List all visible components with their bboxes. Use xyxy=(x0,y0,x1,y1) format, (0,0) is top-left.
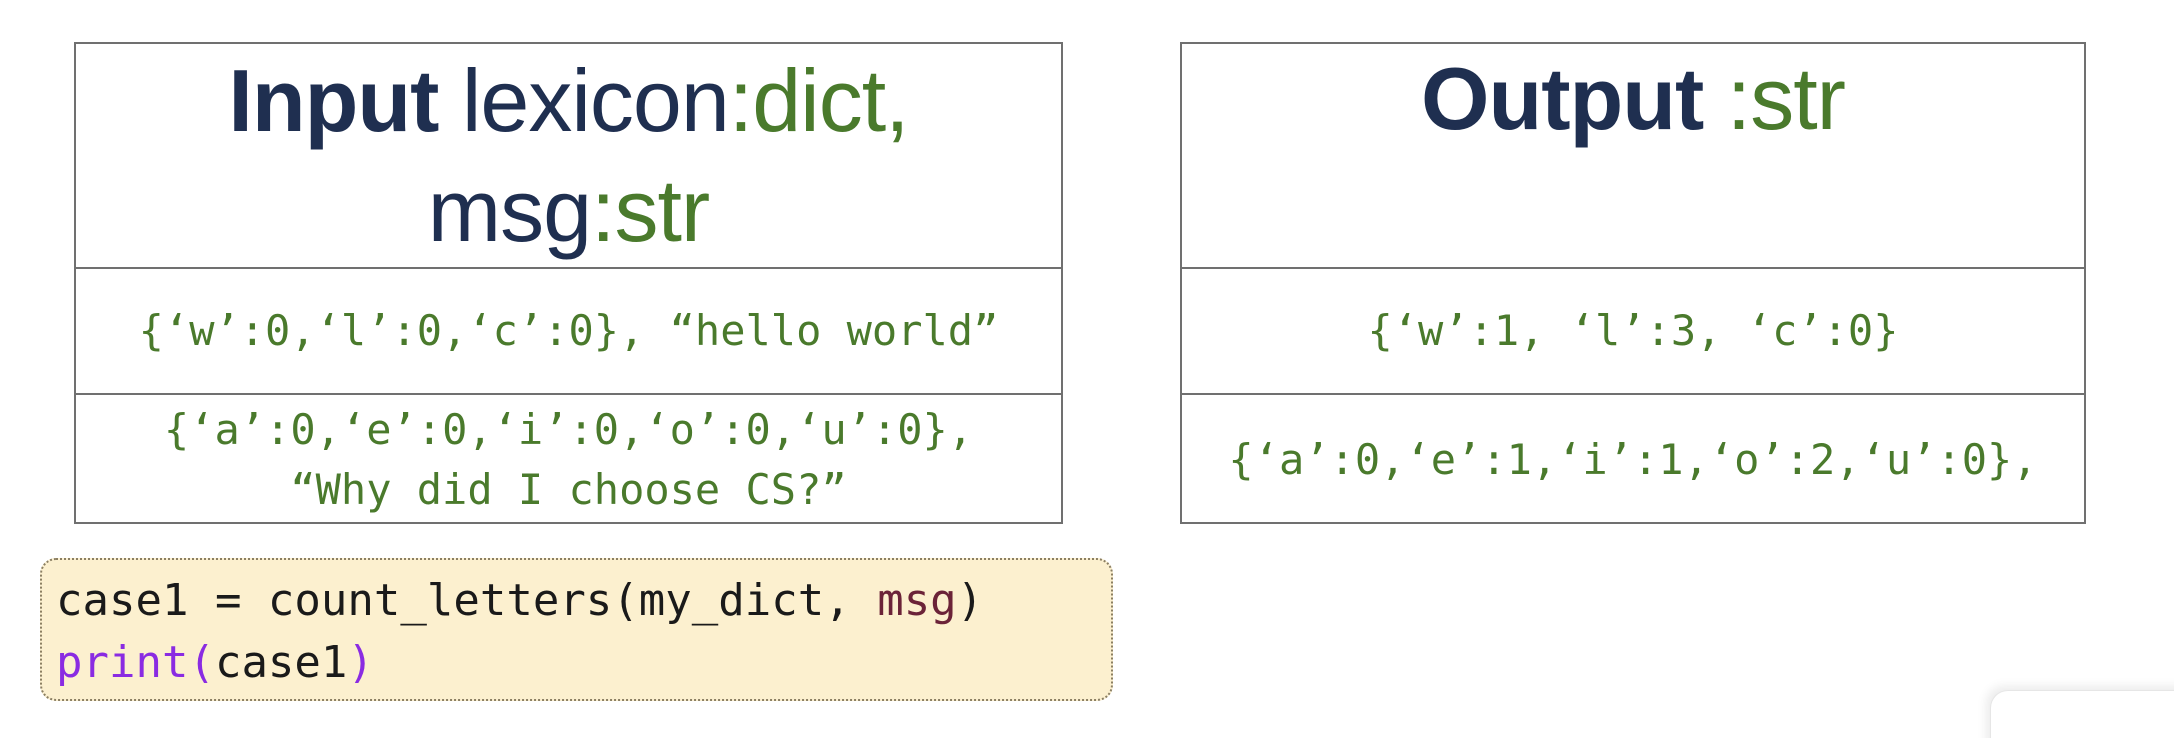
param-lexicon-name: lexicon xyxy=(438,50,730,150)
output-header-cell: Output :str xyxy=(1182,44,2084,267)
input-header-cell: Input lexicon:dict, msg:str xyxy=(76,44,1061,267)
input-keyword: Input xyxy=(228,50,439,150)
output-case-1: {‘w’:1, ‘l’:3, ‘c’:0} xyxy=(1367,306,1899,355)
code-call-text: case1 = count_letters(my_dict, xyxy=(56,575,878,626)
param-lexicon-type: :dict, xyxy=(728,50,910,150)
input-row-2: {‘a’:0,‘e’:0,‘i’:0,‘o’:0,‘u’:0}, “Why di… xyxy=(76,393,1061,524)
input-case-1: {‘w’:0,‘l’:0,‘c’:0}, “hello world” xyxy=(138,306,999,355)
input-header: Input lexicon:dict, msg:str xyxy=(228,46,910,266)
code-print-close: ) xyxy=(347,637,374,688)
output-case-2: {‘a’:0,‘e’:1,‘i’:1,‘o’:2,‘u’:0}, xyxy=(1228,434,2038,484)
code-line-1: case1 = count_letters(my_dict, msg) xyxy=(56,575,983,626)
param-msg-type: :str xyxy=(591,160,710,260)
param-msg-name: msg xyxy=(427,160,592,260)
input-table: Input lexicon:dict, msg:str {‘w’:0,‘l’:0,… xyxy=(74,42,1063,524)
input-row-1: {‘w’:0,‘l’:0,‘c’:0}, “hello world” xyxy=(76,267,1061,393)
code-paren-close: ) xyxy=(956,575,984,626)
code-print-arg: case1 xyxy=(214,637,348,688)
overlay-panel-corner xyxy=(1990,690,2174,738)
output-row-2: {‘a’:0,‘e’:1,‘i’:1,‘o’:2,‘u’:0}, xyxy=(1182,393,2084,524)
output-type: :str xyxy=(1703,49,1846,148)
code-msg-variable: msg xyxy=(877,575,957,626)
code-print-builtin: print( xyxy=(56,637,215,688)
input-case-2: {‘a’:0,‘e’:0,‘i’:0,‘o’:0,‘u’:0}, “Why di… xyxy=(163,404,974,514)
output-table: Output :str {‘w’:1, ‘l’:3, ‘c’:0} {‘a’:0… xyxy=(1180,42,2086,524)
output-keyword: Output xyxy=(1421,49,1704,148)
output-row-1: {‘w’:1, ‘l’:3, ‘c’:0} xyxy=(1182,267,2084,393)
code-snippet[interactable]: case1 = count_letters(my_dict, msg) prin… xyxy=(40,558,1113,701)
code-line-2: print(case1) xyxy=(56,637,374,688)
output-header: Output :str xyxy=(1421,44,1846,154)
